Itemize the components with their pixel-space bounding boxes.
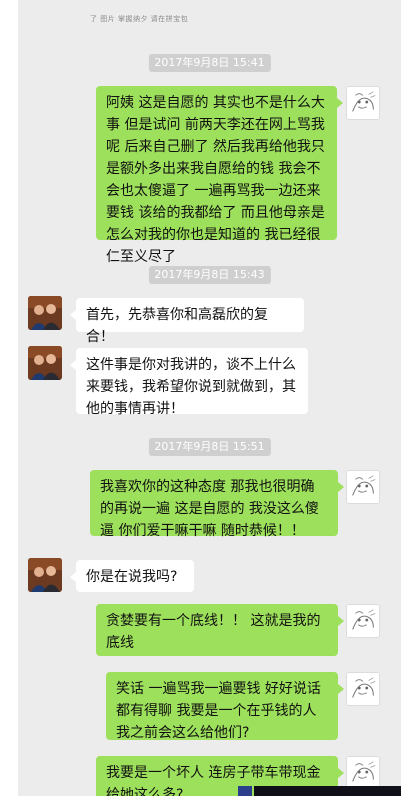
message-bubble-sent[interactable]: 阿姨 这是自愿的 其实也不是什么大事 但是试问 前两天李还在网上骂我呢 后来自己… (96, 86, 343, 265)
photo-avatar-icon (28, 558, 62, 592)
timestamp: 2017年9月8日 15:43 (148, 266, 271, 284)
contact-avatar[interactable] (28, 346, 62, 380)
contact-avatar[interactable] (28, 558, 62, 592)
photo-avatar-icon (28, 296, 62, 330)
self-avatar[interactable] (346, 86, 380, 120)
message-bubble-received[interactable]: 你是在说我吗? (70, 560, 194, 592)
sketch-avatar-icon (347, 673, 379, 705)
sketch-avatar-icon (347, 87, 379, 119)
message-bubble-received[interactable]: 这件事是你对我讲的，谈不上什么来要钱，我希望你说到就做到，其他的事情再讲！ (70, 348, 308, 417)
self-avatar[interactable] (346, 604, 380, 638)
timestamp: 2017年9月8日 15:41 (148, 54, 271, 72)
contact-avatar[interactable] (28, 296, 62, 330)
sketch-avatar-icon (347, 605, 379, 637)
timestamp: 2017年9月8日 15:51 (148, 438, 271, 456)
sketch-avatar-icon (347, 471, 379, 503)
corner-overlay-strip (254, 786, 401, 796)
message-bubble-sent[interactable]: 笑话 一遍骂我一遍要钱 好好说话都有得聊 我要是一个在乎钱的人我之前会这么给他们… (106, 672, 344, 741)
message-bubble-sent[interactable]: 我喜欢你的这种态度 那我也很明确的再说一遍 这是自愿的 我没这么傻逼 你们爱干嘛… (90, 470, 344, 539)
photo-avatar-icon (28, 346, 62, 380)
corner-logo-mark (238, 786, 252, 796)
top-strip-text: 了 图片 掌握纳夕 请在拼宝包 (90, 15, 189, 23)
self-avatar[interactable] (346, 756, 380, 790)
sketch-avatar-icon (347, 757, 379, 789)
self-avatar[interactable] (346, 672, 380, 706)
chat-window[interactable]: 了 图片 掌握纳夕 请在拼宝包 2017年9月8日 15:41 阿姨 这是自愿的… (18, 0, 401, 796)
message-bubble-received[interactable]: 首先，先恭喜你和高磊欣的复合！ (70, 298, 304, 345)
self-avatar[interactable] (346, 470, 380, 504)
chat-top-strip: 了 图片 掌握纳夕 请在拼宝包 (18, 0, 401, 28)
message-bubble-sent[interactable]: 贪婪要有一个底线！！ 这就是我的底线 (96, 604, 344, 656)
screenshot: 了 图片 掌握纳夕 请在拼宝包 2017年9月8日 15:41 阿姨 这是自愿的… (0, 0, 401, 796)
